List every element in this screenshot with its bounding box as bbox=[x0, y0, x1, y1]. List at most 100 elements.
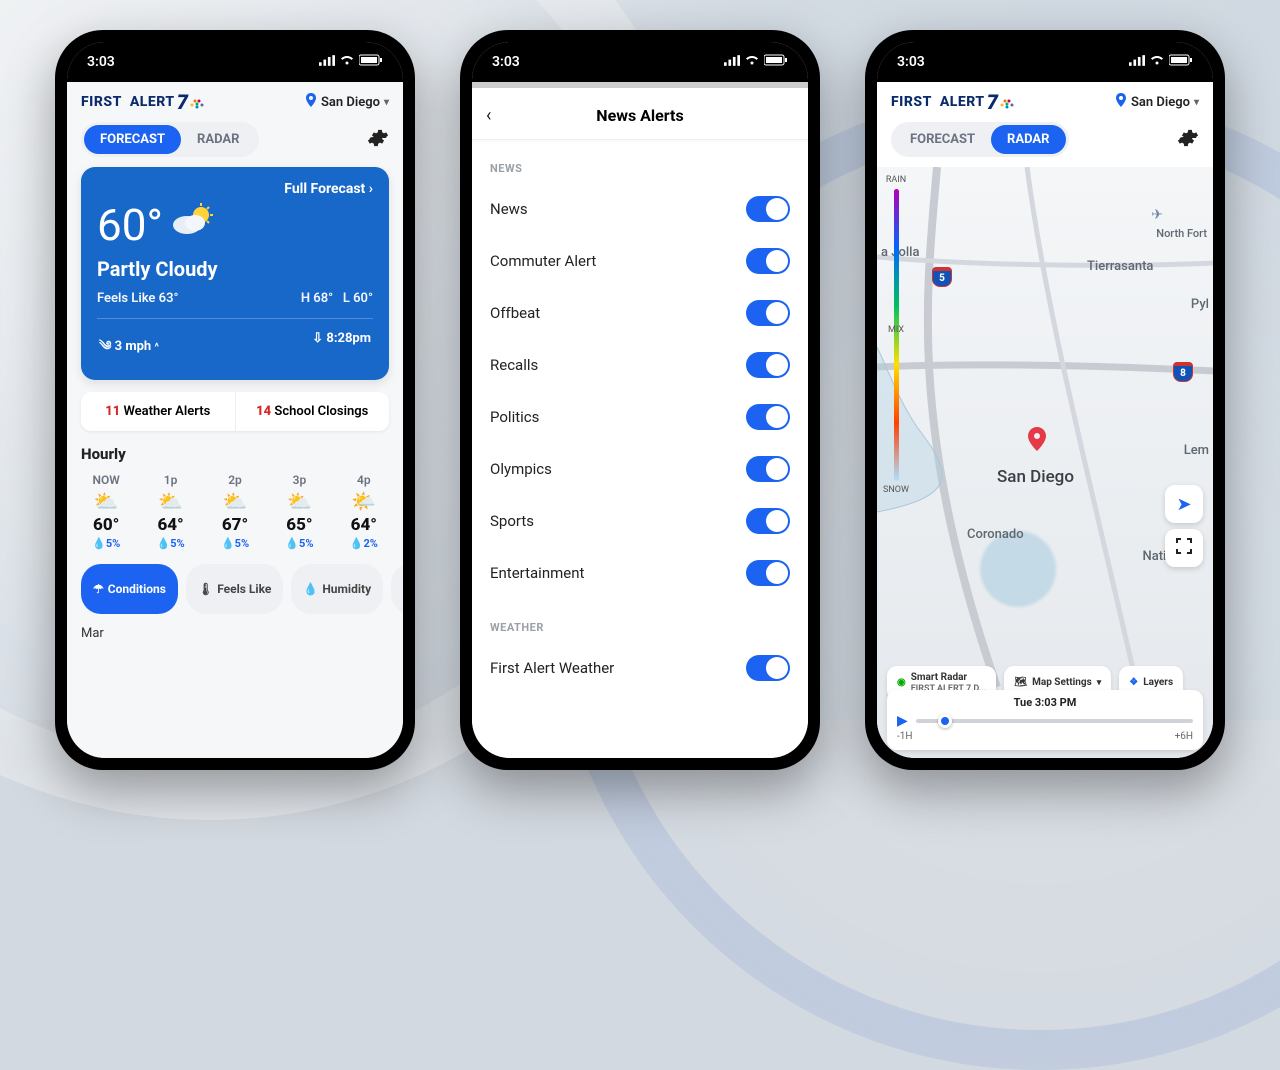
hourly-title: Hourly bbox=[81, 445, 389, 463]
settings-button[interactable] bbox=[367, 127, 389, 153]
chip-feels-like[interactable]: 🌡 Feels Like bbox=[186, 564, 283, 614]
status-time: 3:03 bbox=[492, 54, 520, 70]
partly-cloudy-icon: ⛅ bbox=[145, 491, 195, 511]
radar-content: ✈ a Jolla Tierrasanta North Fort Pyl San… bbox=[877, 167, 1213, 758]
signal-icon bbox=[1129, 54, 1145, 70]
screen-radar: 3:03 FIRST ALERT 7 bbox=[877, 42, 1213, 758]
sunset-icon: ⇩ bbox=[312, 331, 323, 346]
location-pin-icon bbox=[305, 93, 317, 111]
sunset-value: 8:28pm bbox=[326, 331, 371, 346]
play-button[interactable]: ▶ bbox=[897, 713, 908, 729]
partly-cloudy-night-icon: 🌤️ bbox=[339, 491, 389, 511]
chip-label: Layers bbox=[1143, 677, 1173, 689]
toggle-switch[interactable] bbox=[746, 655, 790, 681]
gear-icon bbox=[367, 127, 389, 149]
toggle-switch[interactable] bbox=[746, 508, 790, 534]
weather-alerts-label: Weather Alerts bbox=[123, 404, 210, 419]
hour-precip: 💧5% bbox=[210, 537, 260, 550]
highway-shield-8: 8 bbox=[1173, 362, 1193, 382]
fullscreen-icon bbox=[1176, 538, 1192, 558]
radar-map[interactable]: ✈ a Jolla Tierrasanta North Fort Pyl San… bbox=[877, 167, 1213, 758]
toggle-switch[interactable] bbox=[746, 196, 790, 222]
tab-forecast[interactable]: FORECAST bbox=[84, 125, 181, 154]
toggle-row-first-alert: First Alert Weather bbox=[472, 642, 808, 694]
tab-radar[interactable]: RADAR bbox=[991, 125, 1065, 154]
slider-handle[interactable] bbox=[938, 714, 952, 728]
hourly-list[interactable]: NOW ⛅ 60° 💧5% 1p ⛅ 64° 💧5% 2p bbox=[81, 473, 389, 550]
brand-alert: ALERT bbox=[130, 94, 175, 110]
toggle-switch[interactable] bbox=[746, 456, 790, 482]
app-brand: FIRST ALERT 7 bbox=[81, 90, 204, 114]
locate-button[interactable]: ➤ bbox=[1165, 485, 1203, 523]
hourly-section: Hourly NOW ⛅ 60° 💧5% 1p ⛅ 64° 💧5% bbox=[67, 431, 403, 550]
brand-first: FIRST bbox=[81, 94, 122, 110]
hour-temp: 60° bbox=[81, 515, 131, 535]
chip-conditions[interactable]: ☂ Conditions bbox=[81, 564, 178, 614]
legend-mix: MIX bbox=[888, 325, 904, 335]
location-selector[interactable]: San Diego ▾ bbox=[305, 93, 389, 111]
location-selector[interactable]: San Diego ▾ bbox=[1115, 93, 1199, 111]
weather-alerts-button[interactable]: 11 Weather Alerts bbox=[81, 392, 235, 431]
battery-icon bbox=[359, 54, 383, 70]
full-forecast-link[interactable]: Full Forecast › bbox=[97, 181, 373, 197]
school-closings-button[interactable]: 14 School Closings bbox=[235, 392, 390, 431]
map-pin-icon bbox=[1025, 427, 1049, 451]
hour-precip: 💧5% bbox=[145, 537, 195, 550]
wind-speed: ༄ 3 mph ^ bbox=[99, 331, 159, 368]
chevron-down-icon: ▾ bbox=[1097, 678, 1102, 688]
toggle-row-olympics: Olympics bbox=[472, 443, 808, 495]
toggle-label: Politics bbox=[490, 408, 539, 426]
hour-temp: 67° bbox=[210, 515, 260, 535]
fullscreen-button[interactable] bbox=[1165, 529, 1203, 567]
metric-chips: ☂ Conditions 🌡 Feels Like 💧 Humidity ༄ W bbox=[67, 550, 403, 622]
layers-icon: ❖ bbox=[1129, 677, 1138, 689]
battery-icon bbox=[764, 54, 788, 70]
feels-like: Feels Like 63° bbox=[97, 291, 179, 306]
map-icon: 🗺 bbox=[1014, 677, 1027, 689]
partly-cloudy-icon bbox=[171, 203, 215, 248]
chevron-down-icon: ▾ bbox=[1194, 97, 1199, 108]
toggle-label: Recalls bbox=[490, 356, 538, 374]
highway-shield-5: 5 bbox=[932, 267, 952, 287]
settings-button[interactable] bbox=[1177, 127, 1199, 153]
high-low: H 68° L 60° bbox=[301, 291, 373, 306]
phone-notch bbox=[565, 30, 715, 56]
map-label-coronado: Coronado bbox=[967, 527, 1024, 542]
brand-seven: 7 bbox=[987, 90, 999, 114]
chip-wind[interactable]: ༄ W bbox=[391, 564, 403, 614]
screen-forecast: 3:03 FIRST ALERT bbox=[67, 42, 403, 758]
timebar-start: -1H bbox=[897, 731, 913, 742]
toggle-label: Entertainment bbox=[490, 564, 584, 582]
back-button[interactable]: ‹ bbox=[486, 105, 491, 126]
section-weather-label: WEATHER bbox=[472, 599, 808, 642]
toggle-switch[interactable] bbox=[746, 248, 790, 274]
toggle-switch[interactable] bbox=[746, 352, 790, 378]
toggle-label: Offbeat bbox=[490, 304, 540, 322]
toggle-switch[interactable] bbox=[746, 300, 790, 326]
header-row: FIRST ALERT 7 San Diego ▾ bbox=[67, 82, 403, 118]
map-label-tierrasanta: Tierrasanta bbox=[1087, 259, 1153, 274]
hour-label: 3p bbox=[274, 473, 324, 487]
partly-cloudy-icon: ⛅ bbox=[274, 491, 324, 511]
toggle-switch[interactable] bbox=[746, 560, 790, 586]
toggle-label: First Alert Weather bbox=[490, 659, 614, 677]
brand-first: FIRST bbox=[891, 94, 932, 110]
chip-label: Map Settings bbox=[1032, 677, 1092, 689]
hour-temp: 65° bbox=[274, 515, 324, 535]
chip-humidity[interactable]: 💧 Humidity bbox=[291, 564, 383, 614]
phone-forecast: 3:03 FIRST ALERT bbox=[55, 30, 415, 770]
phone-notch bbox=[160, 30, 310, 56]
hour-item: NOW ⛅ 60° 💧5% bbox=[81, 473, 131, 550]
peacock-icon bbox=[190, 95, 204, 109]
tab-forecast[interactable]: FORECAST bbox=[894, 125, 991, 154]
toggle-switch[interactable] bbox=[746, 404, 790, 430]
toggle-label: Olympics bbox=[490, 460, 552, 478]
status-time: 3:03 bbox=[897, 54, 925, 70]
tab-radar[interactable]: RADAR bbox=[181, 125, 255, 154]
month-label: Mar bbox=[67, 622, 403, 645]
chevron-right-icon: › bbox=[369, 181, 373, 197]
high-temp: H 68° bbox=[301, 291, 333, 306]
toggle-label: Commuter Alert bbox=[490, 252, 596, 270]
map-label-lem: Lem bbox=[1184, 443, 1209, 458]
legend-rain: RAIN bbox=[886, 175, 906, 185]
